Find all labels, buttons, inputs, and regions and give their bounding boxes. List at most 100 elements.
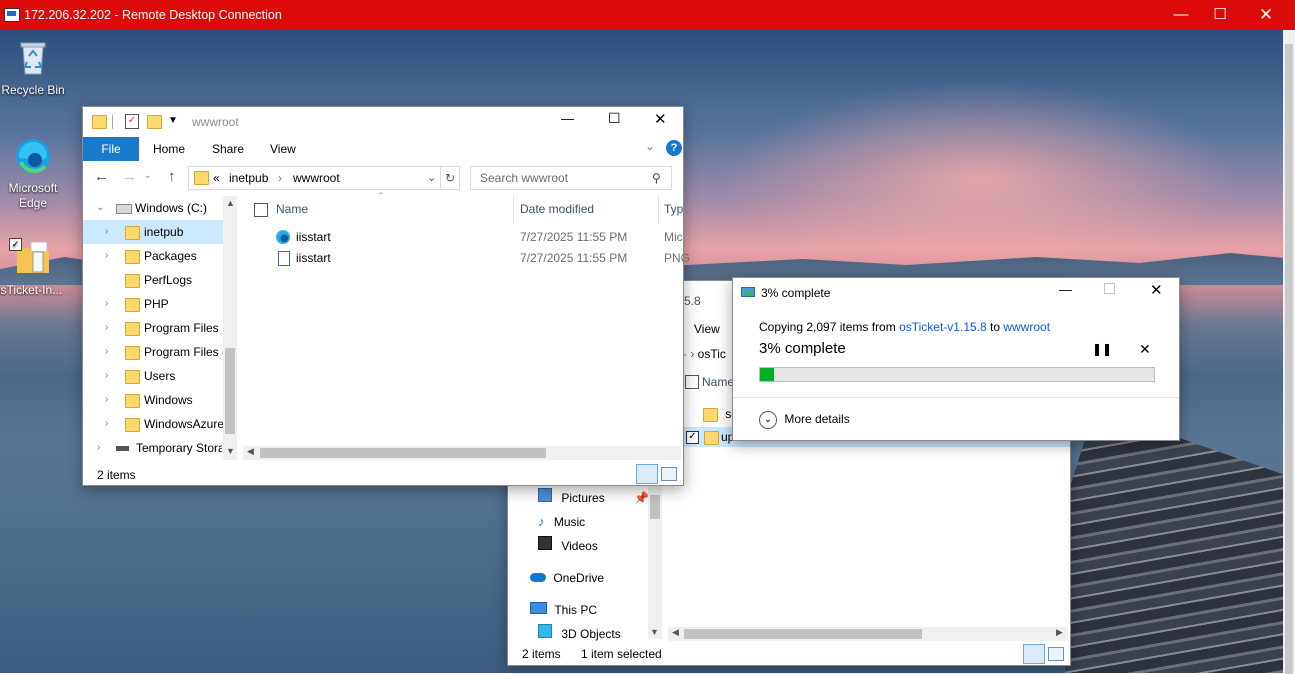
nav-scrollbar[interactable]: ▼ <box>648 487 662 639</box>
select-all-checkbox[interactable] <box>254 203 268 217</box>
tree-item-windows-c[interactable]: ⌄ Windows (C:) <box>83 196 223 220</box>
nav-item-3d-objects[interactable]: 3D Objects <box>538 623 621 645</box>
minimize-button[interactable]: — <box>561 111 574 126</box>
nav-item-onedrive[interactable]: OneDrive <box>530 567 604 589</box>
scroll-left-arrow[interactable]: ◀ <box>672 627 679 638</box>
maximize-button[interactable]: ☐ <box>608 110 621 127</box>
tree-item-program-files-x86[interactable]: › Program Files ( <box>83 340 224 364</box>
chevron-right-icon[interactable]: › <box>105 316 108 340</box>
address-bar[interactable]: « inetpub › wwwroot ⌄ <box>188 166 441 190</box>
maximize-button[interactable]: ☐ <box>1197 0 1243 30</box>
tree-item-program-files[interactable]: › Program Files <box>83 316 223 340</box>
scroll-up-arrow[interactable]: ▲ <box>226 198 235 208</box>
edge-icon <box>276 230 290 244</box>
nav-item-music[interactable]: ♪ Music <box>538 511 585 533</box>
chevron-right-icon[interactable]: › <box>97 436 100 460</box>
source-link[interactable]: osTicket-v1.15.8 <box>899 320 987 334</box>
pause-button[interactable]: ❚❚ <box>1092 342 1112 356</box>
more-details-toggle[interactable]: ⌄ More details <box>759 409 850 429</box>
recent-locations-icon[interactable]: ⌄ <box>144 170 152 181</box>
tree-item-windows[interactable]: › Windows <box>83 388 223 412</box>
scrollbar-thumb[interactable] <box>684 629 922 639</box>
column-header-date-modified[interactable]: Date modified <box>520 202 594 216</box>
selection-checkbox[interactable]: ✓ <box>9 238 22 251</box>
details-view-button[interactable] <box>636 464 658 484</box>
chevron-down-icon[interactable]: ⌄ <box>96 196 104 220</box>
tab-view[interactable]: View <box>694 322 720 336</box>
tab-file[interactable]: File <box>83 137 139 161</box>
chevron-right-icon[interactable]: › <box>105 292 108 316</box>
row-checkbox-checked[interactable]: ✓ <box>686 431 699 444</box>
tree-item-perflogs[interactable]: PerfLogs <box>83 268 223 292</box>
close-button[interactable]: ✕ <box>1243 0 1289 30</box>
tab-home[interactable]: Home <box>153 137 185 161</box>
search-input[interactable]: Search wwwroot <box>480 167 568 189</box>
scroll-down-arrow[interactable]: ▼ <box>650 627 659 637</box>
details-view-button[interactable] <box>1023 644 1045 664</box>
quick-access-dropdown-icon[interactable]: ▼ <box>168 115 178 126</box>
refresh-icon[interactable]: ↻ <box>440 166 460 190</box>
scroll-right-arrow[interactable]: ▶ <box>1056 627 1063 638</box>
address-dropdown-icon[interactable]: ⌄ <box>427 167 436 189</box>
column-header-name[interactable]: Name <box>702 375 734 389</box>
nav-item-videos[interactable]: Videos <box>538 535 598 557</box>
copy-progress-dialog[interactable]: 3% complete — ✕ Copying 2,097 items from… <box>732 277 1180 441</box>
chevron-right-icon[interactable]: › <box>105 364 108 388</box>
chevron-right-icon[interactable]: › <box>105 244 108 268</box>
up-arrow-icon[interactable]: ↑ <box>168 168 176 185</box>
scrollbar-thumb[interactable] <box>650 495 660 519</box>
large-icons-view-button[interactable] <box>1048 647 1064 661</box>
nav-item-this-pc[interactable]: This PC <box>530 599 597 621</box>
new-folder-icon[interactable] <box>147 115 162 129</box>
destination-link[interactable]: wwwroot <box>1003 320 1050 334</box>
large-icons-view-button[interactable] <box>661 467 677 481</box>
scrollbar-thumb[interactable] <box>260 448 546 458</box>
forward-arrow-icon[interactable]: → <box>122 168 137 185</box>
file-row[interactable]: iisstart 7/27/2025 11:55 PM PNG <box>273 248 690 268</box>
tree-item-packages[interactable]: › Packages <box>83 244 223 268</box>
desktop-icon-edge[interactable]: Microsoft Edge <box>0 136 66 211</box>
horizontal-scrollbar[interactable]: ◀ <box>243 446 681 460</box>
rdp-vertical-scrollbar[interactable] <box>1283 30 1295 674</box>
tree-item-users[interactable]: › Users <box>83 364 223 388</box>
cancel-copy-button[interactable]: ✕ <box>1139 341 1151 358</box>
close-button[interactable]: ✕ <box>1150 281 1163 299</box>
chevron-right-icon[interactable]: › <box>105 220 108 244</box>
chevron-right-icon[interactable]: › <box>105 388 108 412</box>
nav-scrollbar[interactable]: ▲ ▼ <box>223 196 237 460</box>
tree-item-php[interactable]: › PHP <box>83 292 223 316</box>
chevron-right-icon[interactable]: › <box>105 412 108 436</box>
column-header-type[interactable]: Typ <box>664 202 683 216</box>
tab-share[interactable]: Share <box>212 137 244 161</box>
tree-item-temporary-storage[interactable]: › Temporary Stora <box>83 436 223 460</box>
properties-icon[interactable]: ✓ <box>125 114 139 129</box>
rdp-app-icon <box>4 8 20 22</box>
tree-item-windowsazure[interactable]: › WindowsAzure <box>83 412 224 436</box>
tree-item-inetpub[interactable]: › inetpub <box>83 220 223 244</box>
scroll-down-arrow[interactable]: ▼ <box>226 446 235 456</box>
file-row[interactable]: iisstart 7/27/2025 11:55 PM Mic <box>273 227 683 247</box>
search-box[interactable]: Search wwwroot ⚲ <box>470 166 672 190</box>
tab-view[interactable]: View <box>270 137 296 161</box>
close-button[interactable]: ✕ <box>654 110 667 128</box>
desktop-icon-recycle-bin[interactable]: Recycle Bin <box>0 38 66 97</box>
select-all-checkbox[interactable] <box>685 375 699 389</box>
scroll-left-arrow[interactable]: ◀ <box>247 446 254 457</box>
pin-icon[interactable]: 📌 <box>634 487 649 509</box>
back-arrow-icon[interactable]: ← <box>94 168 109 185</box>
help-icon[interactable]: ? <box>666 140 682 156</box>
nav-item-pictures[interactable]: Pictures 📌 <box>538 487 649 509</box>
scrollbar-thumb[interactable] <box>1285 44 1293 674</box>
pier-background <box>1065 430 1295 673</box>
explorer-window-wwwroot[interactable]: ✓ ▼ wwwroot — ☐ ✕ File Home Share View ⌄… <box>82 106 690 486</box>
breadcrumb-inetpub[interactable]: inetpub <box>229 167 268 189</box>
chevron-right-icon[interactable]: › <box>105 340 108 364</box>
breadcrumb-wwwroot[interactable]: wwwroot <box>293 167 340 189</box>
expand-ribbon-icon[interactable]: ⌄ <box>645 139 655 153</box>
minimize-button[interactable]: — <box>1059 282 1072 297</box>
folder-icon <box>125 346 140 360</box>
horizontal-scrollbar[interactable]: ◀ ▶ <box>668 627 1068 641</box>
column-header-name[interactable]: Name <box>276 202 308 216</box>
scrollbar-thumb[interactable] <box>225 348 235 434</box>
desktop-icon-osticket[interactable]: ✓ osTicket-In... <box>0 238 66 297</box>
